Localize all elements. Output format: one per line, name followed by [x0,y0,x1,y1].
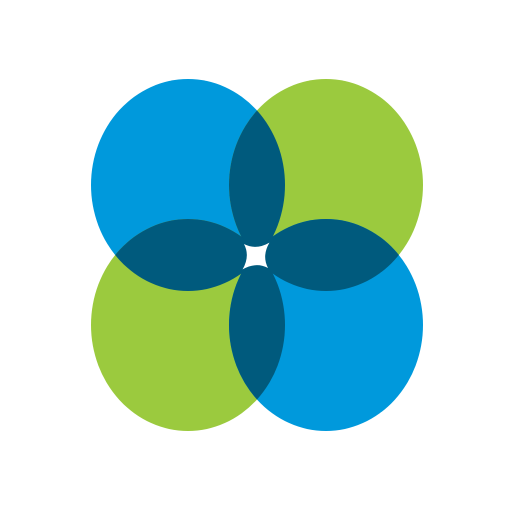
canvas [0,0,512,512]
four-circle-clover-logo-icon [91,79,423,431]
